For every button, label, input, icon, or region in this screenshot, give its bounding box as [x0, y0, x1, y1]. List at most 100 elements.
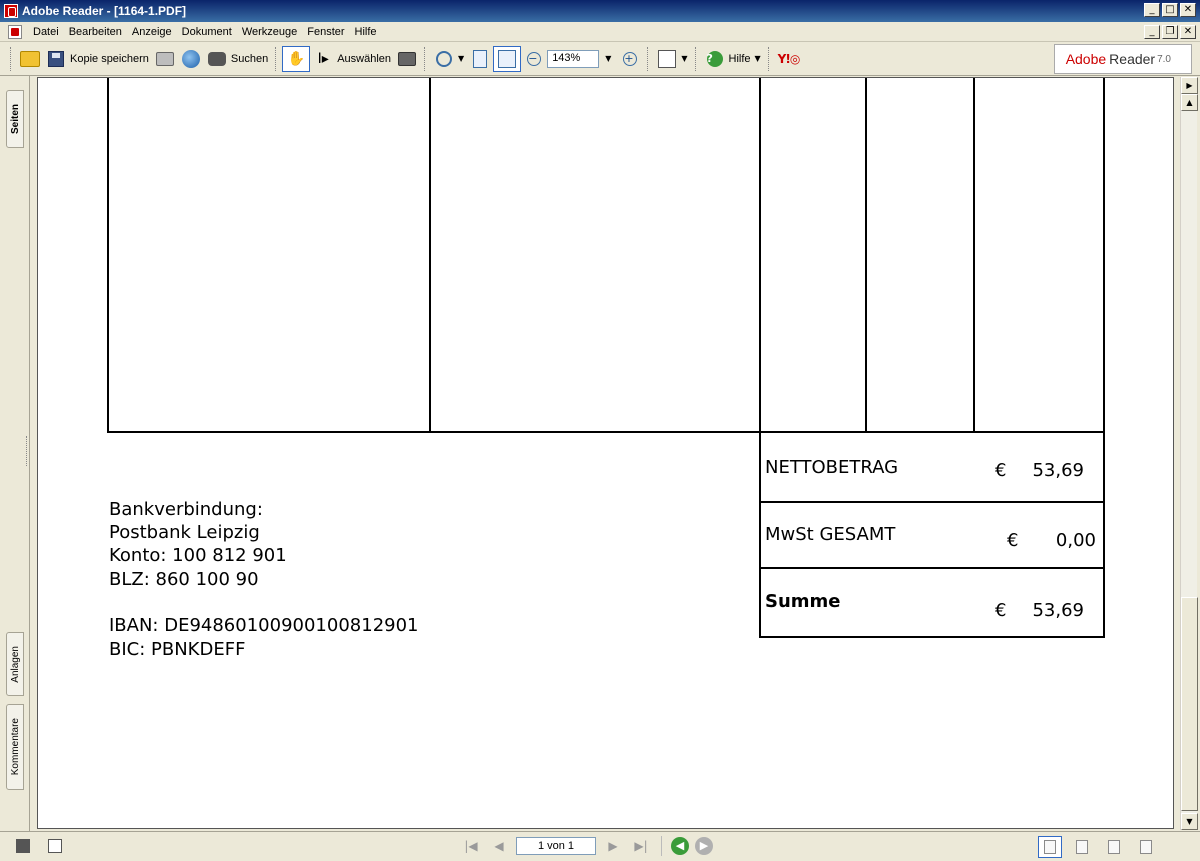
page-number-input[interactable]: 1 von 1 — [516, 837, 596, 855]
brand-version: 7.0 — [1157, 53, 1171, 65]
toolbar-grip[interactable] — [10, 46, 13, 71]
monitor-icon[interactable] — [16, 839, 30, 853]
chevron-down-icon[interactable]: ▼ — [755, 54, 761, 63]
toolbar-grip[interactable] — [424, 46, 427, 71]
search-label: Suchen — [230, 52, 269, 65]
zoom-input[interactable]: 143% — [547, 49, 600, 68]
account-number: Konto: 100 812 901 — [109, 545, 287, 566]
table-border-left — [107, 78, 109, 433]
close-button[interactable]: ✕ — [1180, 3, 1196, 17]
email-globe-icon — [181, 49, 200, 68]
printer-icon — [155, 51, 174, 66]
yahoo-button[interactable]: Y!◎ — [775, 46, 813, 72]
toolbar-grip[interactable] — [694, 46, 698, 71]
menu-bar: Datei Bearbeiten Anzeige Dokument Werkze… — [0, 22, 1200, 42]
document-page[interactable]: NETTOBETRAG € 53,69 MwSt GESAMT € 0,00 S… — [37, 77, 1174, 829]
chevron-down-icon[interactable]: ▼ — [458, 54, 464, 63]
table-column-divider — [973, 78, 975, 433]
net-amount-value: 53,69 — [1032, 460, 1084, 481]
fit-page-button[interactable] — [467, 46, 493, 72]
navigation-pane: Seiten Anlagen Kommentare — [0, 76, 30, 831]
single-page-layout-button[interactable] — [1038, 836, 1062, 858]
open-button[interactable] — [17, 46, 43, 72]
adobe-reader-logo: Adobe Reader 7.0 — [1054, 44, 1192, 74]
tab-kommentare-label: Kommentare — [9, 718, 21, 776]
window-title: Adobe Reader - [1164-1.PDF] — [22, 4, 187, 18]
tab-anlagen-label: Anlagen — [9, 645, 21, 683]
maximize-button[interactable]: □ — [1162, 3, 1178, 17]
menu-datei[interactable]: Datei — [28, 26, 64, 38]
scroll-right-arrow-icon[interactable]: ▶ — [1181, 77, 1198, 94]
menu-fenster[interactable]: Fenster — [302, 26, 349, 38]
hand-tool-button[interactable]: ✋ — [282, 45, 311, 72]
vat-total-value: 0,00 — [1055, 530, 1096, 551]
net-amount-label: NETTOBETRAG — [765, 457, 899, 478]
toolbar-grip[interactable] — [767, 46, 771, 71]
toolbar-grip[interactable] — [275, 46, 278, 71]
save-copy-button[interactable]: Kopie speichern — [43, 46, 152, 72]
menu-bearbeiten[interactable]: Bearbeiten — [64, 26, 127, 38]
scrollbar-thumb[interactable] — [1181, 597, 1198, 811]
document-window-controls: _ ❐ ✕ — [1144, 25, 1196, 39]
first-page-icon[interactable]: |◀ — [460, 836, 482, 856]
menu-dokument[interactable]: Dokument — [177, 26, 237, 38]
doc-restore-button[interactable]: ❐ — [1162, 25, 1178, 39]
minimize-button[interactable]: _ — [1144, 3, 1160, 17]
sum-currency: € — [995, 600, 1007, 621]
tab-kommentare[interactable]: Kommentare — [6, 704, 24, 790]
pane-splitter[interactable] — [26, 436, 29, 466]
menu-hilfe[interactable]: Hilfe — [350, 26, 382, 38]
fit-page-icon — [473, 49, 488, 68]
totals-row-divider — [759, 501, 1105, 503]
help-button[interactable]: ? Hilfe ▼ — [702, 46, 764, 72]
select-label: Auswählen — [337, 52, 392, 65]
single-page-icon — [1044, 840, 1056, 854]
tab-seiten[interactable]: Seiten — [6, 90, 24, 148]
bank-name: Postbank Leipzig — [109, 522, 260, 543]
search-button[interactable]: Suchen — [204, 46, 271, 72]
print-button[interactable] — [152, 46, 178, 72]
yahoo-logo-icon: Y!◎ — [777, 51, 801, 66]
scroll-up-arrow-icon[interactable]: ▲ — [1181, 94, 1198, 111]
email-button[interactable] — [178, 46, 204, 72]
vat-total-label: MwSt GESAMT — [765, 524, 896, 545]
document-icon[interactable] — [8, 24, 22, 39]
chevron-down-icon[interactable]: ▼ — [681, 54, 687, 63]
back-arrow-icon[interactable]: ◀ — [671, 837, 689, 855]
snapshot-button[interactable] — [394, 46, 420, 72]
title-bar: Adobe Reader - [1164-1.PDF] _ □ ✕ — [0, 0, 1200, 22]
zoom-in-button[interactable]: + — [617, 46, 643, 72]
adobe-reader-icon — [4, 4, 18, 18]
plus-circle-icon: + — [623, 51, 638, 66]
table-column-divider — [429, 78, 431, 433]
menu-anzeige[interactable]: Anzeige — [127, 26, 177, 38]
iban: IBAN: DE94860100900100812901 — [109, 615, 419, 636]
separator — [661, 836, 662, 856]
tab-anlagen[interactable]: Anlagen — [6, 632, 24, 696]
scroll-down-arrow-icon[interactable]: ▼ — [1181, 813, 1198, 830]
toolbar-grip[interactable] — [647, 46, 650, 71]
fit-width-button[interactable] — [493, 45, 522, 72]
last-page-icon[interactable]: ▶| — [630, 836, 652, 856]
doc-close-button[interactable]: ✕ — [1180, 25, 1196, 39]
zoom-tool-button[interactable]: ▼ — [431, 46, 467, 72]
next-page-icon[interactable]: ▶ — [602, 836, 624, 856]
zoom-out-button[interactable]: − — [521, 46, 547, 72]
forward-arrow-icon[interactable]: ▶ — [695, 837, 713, 855]
page-layout-button[interactable]: ▼ — [654, 46, 690, 72]
facing-pages-icon — [1108, 840, 1120, 854]
continuous-page-icon — [1076, 840, 1088, 854]
previous-page-icon[interactable]: ◀ — [488, 836, 510, 856]
facing-layout-button[interactable] — [1102, 836, 1126, 858]
help-label: Hilfe — [728, 52, 751, 65]
vat-total-currency: € — [1007, 530, 1019, 551]
camera-icon — [398, 51, 417, 66]
doc-minimize-button[interactable]: _ — [1144, 25, 1160, 39]
zoom-dropdown-icon[interactable]: ▼ — [605, 54, 611, 63]
page-size-icon[interactable] — [48, 839, 62, 853]
continuous-layout-button[interactable] — [1070, 836, 1094, 858]
vertical-scrollbar[interactable]: ▶ ▲ ▼ — [1180, 77, 1198, 830]
select-tool-button[interactable]: Ⅰ▸ Auswählen — [310, 46, 394, 72]
continuous-facing-layout-button[interactable] — [1134, 836, 1158, 858]
menu-werkzeuge[interactable]: Werkzeuge — [237, 26, 302, 38]
